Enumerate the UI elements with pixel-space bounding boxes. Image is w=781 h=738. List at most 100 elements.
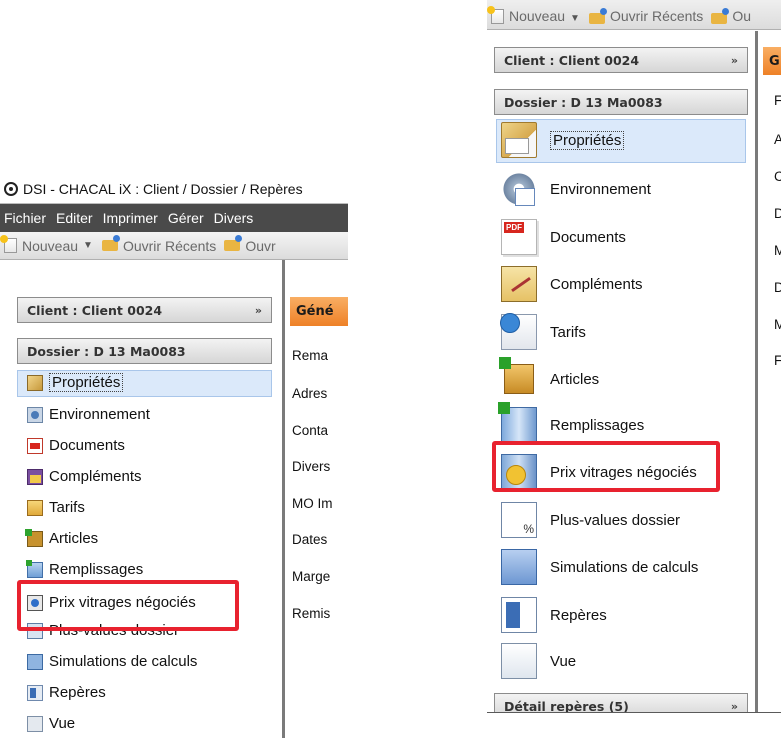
section-divers[interactable]: D — [774, 206, 781, 221]
nav-item-articles[interactable]: Articles — [25, 528, 99, 547]
client-header-label: Client : Client 0024 — [27, 302, 163, 318]
new-button[interactable]: Nouveau — [22, 238, 78, 254]
right-screenshot: Nouveau ▼ Ouvrir Récents Ou Client : Cli… — [487, 0, 781, 713]
open-button[interactable]: Ouvr — [245, 238, 275, 254]
window-title: DSI - CHACAL iX : Client / Dossier / Rep… — [23, 181, 303, 197]
section-mo-import[interactable]: MO Im — [292, 496, 348, 511]
section-remarques[interactable]: F — [774, 93, 781, 108]
nav-item-environnement[interactable]: Environnement — [27, 406, 150, 423]
nav-item-reperes[interactable]: Repères — [27, 684, 106, 701]
section-mo-import[interactable]: M — [774, 243, 781, 258]
nav-item-articles[interactable]: Articles — [499, 357, 599, 397]
section-remarques[interactable]: Rema — [292, 348, 348, 363]
tab-general[interactable]: Géné — [290, 297, 348, 326]
calculator-icon — [27, 653, 43, 670]
nav-label: Vue — [49, 715, 76, 732]
calculator-icon — [501, 549, 537, 585]
toolbar: Nouveau ▼ Ouvrir Récents Ou — [487, 0, 781, 30]
nav-item-tarifs[interactable]: Tarifs — [27, 499, 85, 516]
nav-label: Propriétés — [49, 373, 124, 392]
panel-divider[interactable] — [755, 31, 758, 712]
open-folder-icon — [711, 8, 730, 24]
section-marges[interactable]: M — [774, 317, 781, 332]
section-remises[interactable]: F — [774, 353, 781, 368]
nav-item-remplissages[interactable]: Remplissages — [26, 559, 143, 578]
client-group-header[interactable]: Client : Client 0024 » — [494, 47, 748, 73]
nav-item-plus-values-dossier[interactable]: Plus-values dossier — [501, 502, 680, 538]
toolbar: Nouveau ▼ Ouvrir Récents Ouvr — [0, 232, 348, 260]
surcharge-percent-icon — [501, 502, 537, 538]
nav-item-documents[interactable]: Documents — [27, 437, 125, 454]
menu-editer[interactable]: Editer — [56, 210, 93, 226]
section-remises[interactable]: Remis — [292, 606, 348, 621]
tariff-euro-icon — [500, 313, 537, 350]
nav-item-complements[interactable]: Compléments — [501, 266, 643, 302]
dossier-header-label: Dossier : D 13 Ma0083 — [504, 94, 663, 110]
collapse-chevron-icon[interactable]: » — [731, 54, 738, 67]
main-panel: Client : Client 0024 » Dossier : D 13 Ma… — [0, 260, 348, 738]
nav-item-documents[interactable]: Documents — [501, 219, 626, 255]
nav-item-proprietes[interactable]: Propriétés — [501, 122, 625, 158]
nav-label: Articles — [49, 530, 99, 547]
nav-item-vue[interactable]: Vue — [501, 643, 576, 679]
nav-item-simulations-de-calculs[interactable]: Simulations de calculs — [27, 653, 197, 670]
section-divers[interactable]: Divers — [292, 459, 348, 474]
section-adresses[interactable]: A — [774, 132, 781, 147]
client-group-header[interactable]: Client : Client 0024 » — [17, 297, 272, 323]
detail-reperes-group-header[interactable]: Détail repères (5) » — [494, 693, 748, 713]
section-contacts[interactable]: Conta — [292, 423, 348, 438]
tariff-icon — [27, 499, 43, 516]
nav-item-proprietes[interactable]: Propriétés — [27, 373, 124, 392]
nav-label: Propriétés — [550, 130, 625, 150]
section-contacts[interactable]: C — [774, 169, 781, 184]
nav-item-tarifs[interactable]: Tarifs — [500, 313, 586, 350]
dossier-group-header[interactable]: Dossier : D 13 Ma0083 — [494, 89, 748, 115]
section-dates[interactable]: Dates — [292, 532, 348, 547]
nav-label: Repères — [49, 684, 106, 701]
complements-icon — [27, 468, 43, 485]
nav-label: Environnement — [550, 180, 651, 198]
new-button[interactable]: Nouveau — [509, 8, 565, 24]
properties-icon — [27, 374, 43, 391]
nav-item-simulations-de-calculs[interactable]: Simulations de calculs — [501, 549, 698, 585]
menu-gerer[interactable]: Gérer — [168, 210, 204, 226]
section-dates[interactable]: D — [774, 280, 781, 295]
nav-item-complements[interactable]: Compléments — [27, 468, 142, 485]
dropdown-arrow-icon[interactable]: ▼ — [570, 13, 580, 24]
menu-fichier[interactable]: Fichier — [4, 210, 46, 226]
articles-icon — [499, 357, 534, 394]
nav-item-environnement[interactable]: Environnement — [501, 171, 651, 207]
open-button[interactable]: Ou — [732, 8, 751, 24]
section-adresses[interactable]: Adres — [292, 386, 348, 401]
glazing-fill-icon — [498, 402, 537, 443]
pdf-document-icon — [27, 437, 43, 454]
menu-divers[interactable]: Divers — [214, 210, 254, 226]
nav-label: Documents — [550, 228, 626, 246]
nav-item-remplissages[interactable]: Remplissages — [498, 402, 644, 443]
open-recent-button[interactable]: Ouvrir Récents — [123, 238, 216, 254]
dossier-group-header[interactable]: Dossier : D 13 Ma0083 — [17, 338, 272, 364]
panel-divider[interactable] — [282, 260, 285, 738]
recent-folder-icon — [101, 235, 120, 251]
dossier-header-label: Dossier : D 13 Ma0083 — [27, 343, 186, 359]
nav-label: Repères — [550, 606, 607, 624]
dropdown-arrow-icon[interactable]: ▼ — [83, 240, 93, 251]
collapse-chevron-icon[interactable]: » — [731, 700, 738, 713]
menu-imprimer[interactable]: Imprimer — [103, 210, 158, 226]
section-marges[interactable]: Marge — [292, 569, 348, 584]
view-icon — [501, 643, 537, 679]
red-highlight-box — [17, 580, 239, 631]
new-file-icon — [0, 235, 17, 253]
tab-general[interactable]: G — [763, 47, 781, 75]
nav-label: Plus-values dossier — [550, 511, 681, 529]
nav-label: Tarifs — [550, 323, 586, 341]
red-highlight-box — [492, 441, 720, 492]
nav-label: Simulations de calculs — [550, 558, 699, 576]
nav-label: Simulations de calculs — [49, 653, 198, 670]
nav-item-reperes[interactable]: Repères — [501, 597, 607, 633]
collapse-chevron-icon[interactable]: » — [255, 304, 262, 317]
properties-icon — [501, 122, 537, 158]
marks-icon — [27, 684, 43, 701]
open-recent-button[interactable]: Ouvrir Récents — [610, 8, 703, 24]
nav-item-vue[interactable]: Vue — [27, 715, 75, 732]
